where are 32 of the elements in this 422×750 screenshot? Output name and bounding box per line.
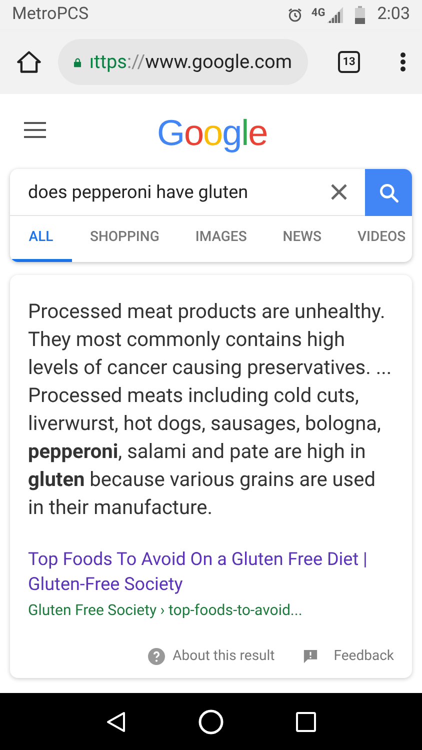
recents-icon[interactable] — [296, 712, 316, 732]
feedback-link[interactable]: Feedback — [334, 646, 394, 667]
signal-icon — [327, 7, 344, 23]
url-text: ıttps://www.google.com — [89, 48, 292, 75]
menu-icon[interactable] — [24, 122, 46, 138]
tab-count[interactable]: 13 — [338, 51, 360, 73]
result-title-link[interactable]: Top Foods To Avoid On a Gluten Free Diet | Gluten-Free Society — [28, 547, 388, 597]
carrier-name: MetroPCS — [12, 3, 89, 26]
result-breadcrumb: Gluten Free Society › top-foods-to-avoid... — [28, 600, 304, 621]
clock-time: 2:03 — [377, 3, 410, 26]
help-icon[interactable] — [148, 648, 165, 665]
search-button[interactable] — [365, 169, 412, 216]
search-icon — [378, 182, 400, 204]
search-tab[interactable]: VIDEOS — [339, 216, 412, 262]
battery-icon — [355, 6, 366, 24]
more-icon[interactable] — [400, 52, 406, 72]
search-tab[interactable]: SHOPPING — [72, 216, 178, 262]
network-label: 4G — [311, 5, 326, 21]
feedback-icon[interactable] — [302, 649, 318, 664]
google-logo: Google — [157, 111, 268, 155]
home-icon[interactable] — [16, 49, 42, 75]
about-result-link[interactable]: About this result — [172, 646, 275, 667]
search-tab[interactable]: IMAGES — [177, 216, 265, 262]
search-tab[interactable]: ALL — [10, 216, 72, 262]
close-icon[interactable] — [331, 184, 347, 200]
result-snippet: Processed meat products are unhealthy. They most commonly contains high levels of cancer causing preservatives. ... Processed meats including cold cuts, liverwurst, hot dogs, sausages, bologna, pepperoni, salami and pate are high in gluten because various grains are used in their manufacture. — [28, 298, 393, 521]
address-bar[interactable]: ıttps://www.google.com — [58, 39, 308, 85]
alarm-icon — [287, 7, 304, 23]
search-tab[interactable]: NEWS — [264, 216, 340, 262]
back-icon[interactable] — [106, 710, 126, 732]
home-circle-icon[interactable] — [198, 708, 224, 734]
search-field[interactable]: does pepperoni have gluten — [10, 169, 331, 215]
